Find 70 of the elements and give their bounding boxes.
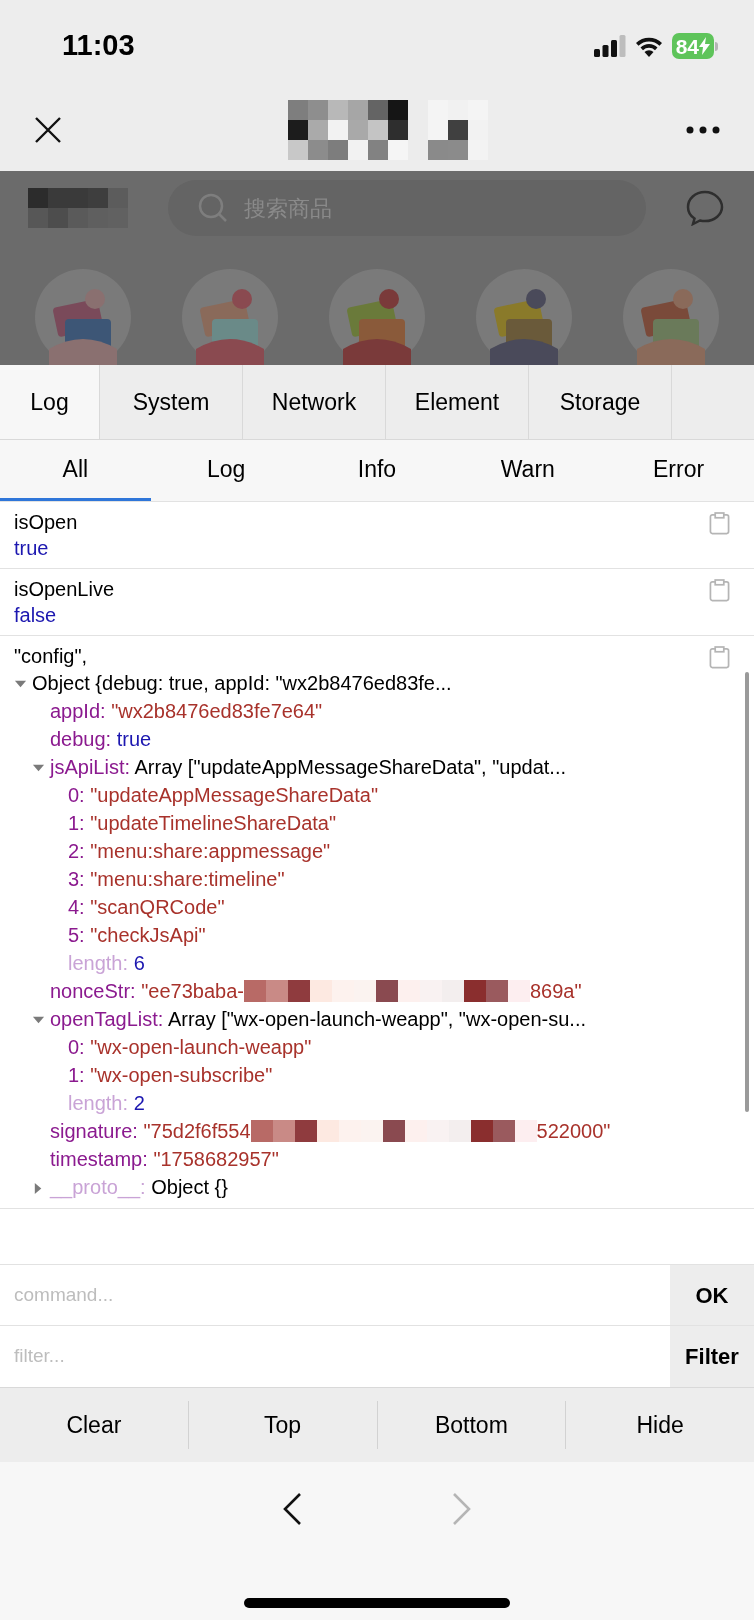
property-key: debug: bbox=[50, 728, 112, 750]
close-icon[interactable] bbox=[34, 115, 62, 144]
log-value: true bbox=[14, 536, 50, 561]
log-filter-tab[interactable]: Warn bbox=[452, 440, 604, 501]
log-label: isOpen bbox=[14, 510, 78, 535]
property-value: 2 bbox=[133, 1092, 145, 1114]
property-value: "menu:share:appmessage" bbox=[90, 840, 331, 862]
filter-button[interactable]: Filter bbox=[670, 1326, 754, 1387]
property-value: "1758682957" bbox=[153, 1148, 279, 1170]
property-key: signature: bbox=[50, 1120, 138, 1142]
property-value: "updateTimelineShareData" bbox=[90, 812, 337, 834]
clipboard-icon[interactable] bbox=[709, 512, 730, 535]
property-value: "wx2b8476ed83fe7e64" bbox=[111, 700, 323, 722]
cellular-signal-icon bbox=[593, 35, 626, 57]
object-summary: Object {debug: true, appId: "wx2b8476ed83fe... bbox=[32, 672, 452, 694]
more-options-icon[interactable] bbox=[686, 125, 720, 134]
property-value: "updateAppMessageShareData" bbox=[90, 784, 378, 806]
search-icon bbox=[198, 193, 228, 223]
property-value: Array ["updateAppMessageShareData", "updat... bbox=[134, 756, 567, 778]
property-key: 0: bbox=[68, 1036, 85, 1058]
chat-bubble-icon[interactable] bbox=[686, 190, 724, 226]
console-toolbar-button[interactable]: Hide bbox=[565, 1401, 754, 1449]
property-value: true bbox=[116, 728, 152, 750]
property-value: "checkJsApi" bbox=[90, 924, 206, 946]
log-value: false bbox=[14, 603, 58, 628]
property-value: "menu:share:timeline" bbox=[90, 868, 285, 890]
property-value: Object {} bbox=[151, 1176, 228, 1198]
property-value: "75d2f6f554 bbox=[143, 1120, 251, 1142]
log-filter-tab[interactable]: Log bbox=[150, 440, 302, 501]
property-key: nonceStr: bbox=[50, 980, 136, 1002]
log-label: "config", bbox=[14, 644, 89, 669]
ok-button[interactable]: OK bbox=[670, 1265, 754, 1325]
log-filter-tab[interactable]: Info bbox=[301, 440, 453, 501]
property-key: jsApiList: bbox=[50, 756, 131, 778]
battery-level: 84 bbox=[675, 35, 699, 57]
wifi-icon bbox=[633, 35, 664, 57]
status-time: 11:03 bbox=[62, 28, 135, 64]
property-key: 3: bbox=[68, 868, 85, 890]
property-value: 522000" bbox=[536, 1120, 611, 1142]
property-key: 5: bbox=[68, 924, 85, 946]
property-value: "ee73baba- bbox=[141, 980, 244, 1002]
property-key: 4: bbox=[68, 896, 85, 918]
charging-bolt-icon bbox=[699, 37, 710, 55]
property-key: 2: bbox=[68, 840, 85, 862]
log-label: isOpenLive bbox=[14, 577, 115, 602]
console-toolbar-button[interactable]: Clear bbox=[0, 1401, 188, 1449]
log-filter-tab[interactable]: Error bbox=[603, 440, 754, 501]
console-tab[interactable]: Log bbox=[0, 365, 100, 439]
property-value: 6 bbox=[133, 952, 145, 974]
property-key: 0: bbox=[68, 784, 85, 806]
property-key: appId: bbox=[50, 700, 106, 722]
property-value: "wx-open-subscribe" bbox=[90, 1064, 273, 1086]
console-toolbar-button[interactable]: Bottom bbox=[376, 1401, 566, 1449]
property-value: 869a" bbox=[529, 980, 582, 1002]
property-key: length: bbox=[68, 952, 129, 974]
clipboard-icon[interactable] bbox=[709, 579, 730, 602]
property-key: openTagList: bbox=[50, 1008, 164, 1030]
property-key: timestamp: bbox=[50, 1148, 148, 1170]
command-field[interactable]: command... bbox=[0, 1265, 670, 1325]
filter-field[interactable]: filter... bbox=[0, 1326, 670, 1387]
property-key: __proto__: bbox=[50, 1176, 146, 1198]
property-key: 1: bbox=[68, 1064, 85, 1086]
property-value: "scanQRCode" bbox=[90, 896, 225, 918]
property-value: "wx-open-launch-weapp" bbox=[90, 1036, 312, 1058]
property-key: 1: bbox=[68, 812, 85, 834]
property-value: Array ["wx-open-launch-weapp", "wx-open-su... bbox=[167, 1008, 587, 1030]
property-key: length: bbox=[68, 1092, 129, 1114]
clipboard-icon[interactable] bbox=[709, 646, 730, 669]
scrollbar[interactable] bbox=[745, 672, 749, 1112]
console-toolbar-button[interactable]: Top bbox=[187, 1401, 377, 1449]
